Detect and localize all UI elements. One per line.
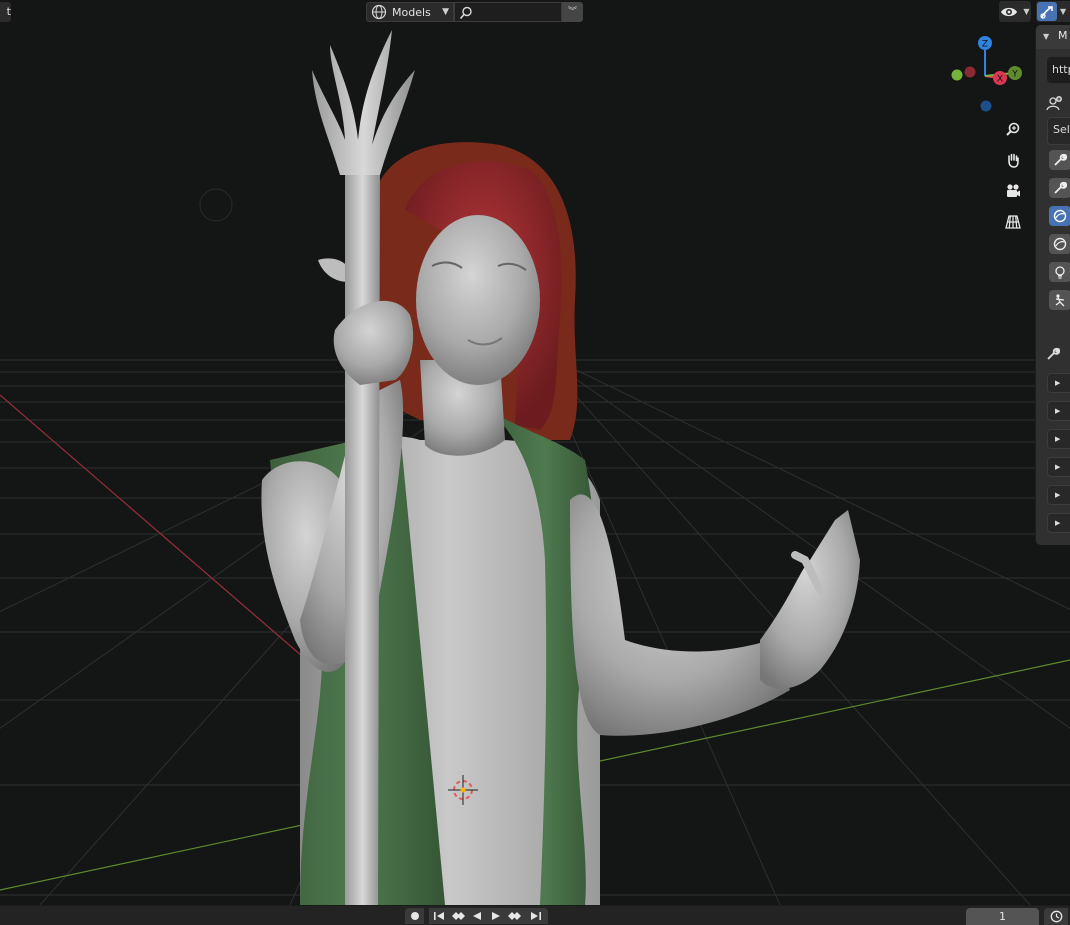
play-row-button[interactable]: ▶ — [1047, 513, 1070, 533]
play-row-button[interactable]: ▶ — [1047, 457, 1070, 477]
play-row-button[interactable]: ▶ — [1047, 429, 1070, 449]
neg-z-axis-handle[interactable] — [980, 100, 992, 112]
world-tab[interactable] — [1049, 234, 1070, 254]
armature-tab[interactable] — [1049, 290, 1070, 310]
armature-icon — [1055, 294, 1065, 307]
wrench-icon — [1054, 181, 1067, 194]
search-icon — [459, 6, 472, 20]
play-reverse-icon — [472, 912, 481, 920]
next-keyframe-button[interactable] — [505, 908, 524, 924]
pan-button[interactable] — [1001, 148, 1025, 172]
prev-keyframe-button[interactable] — [448, 908, 467, 924]
grid-icon — [1005, 215, 1021, 229]
neg-x-axis-handle[interactable] — [964, 66, 976, 78]
chevron-down-icon: ▼ — [1060, 7, 1067, 16]
sphere-icon — [1053, 209, 1067, 223]
play-row-button[interactable]: ▶ — [1047, 401, 1070, 421]
y-axis-label: Y — [1011, 70, 1018, 80]
viewport-scene[interactable] — [0, 0, 1070, 905]
search-field[interactable] — [454, 2, 562, 22]
add-user-icon[interactable] — [1046, 95, 1064, 111]
play-icon — [491, 912, 500, 920]
clock-icon — [1050, 910, 1063, 923]
gizmo-toggle-button[interactable]: ▼ — [1036, 1, 1070, 22]
z-axis-label: Z — [982, 40, 988, 50]
current-frame-field[interactable]: 1 — [966, 908, 1039, 925]
chevron-down-icon: ︾ — [567, 7, 577, 17]
jump-end-icon — [531, 912, 541, 920]
editor-tab[interactable]: t — [0, 2, 11, 22]
3d-viewport[interactable]: Z X Y — [0, 0, 1070, 905]
eye-icon — [1001, 7, 1018, 16]
chevron-down-icon: ▼ — [1023, 7, 1030, 16]
globe-icon — [371, 4, 387, 20]
panel-title: M — [1058, 29, 1068, 42]
search-dropdown-button[interactable]: ︾ — [562, 2, 583, 22]
timeline-bar: 1 — [0, 905, 1070, 925]
toggle-perspective-button[interactable] — [1001, 210, 1025, 234]
play-row-button[interactable]: ▶ — [1047, 485, 1070, 505]
wrench-icon[interactable] — [1046, 347, 1060, 361]
zoom-button[interactable] — [1001, 118, 1025, 142]
visibility-button[interactable]: ▼ — [999, 1, 1031, 22]
jump-end-button[interactable] — [524, 908, 548, 924]
prev-keyframe-icon — [451, 912, 465, 920]
collapse-triangle-icon: ▼ — [1043, 32, 1050, 41]
cursor-ring — [199, 188, 233, 222]
editor-tab-label: t — [6, 5, 11, 18]
select-dropdown[interactable]: Sele — [1047, 117, 1070, 145]
play-row-button[interactable]: ▶ — [1047, 373, 1070, 393]
wrench-icon — [1054, 153, 1067, 166]
neg-y-axis-handle[interactable] — [951, 69, 963, 81]
jump-start-icon — [433, 912, 444, 920]
clock-button[interactable] — [1044, 908, 1068, 925]
play-reverse-button[interactable] — [467, 908, 486, 924]
collection-selector[interactable]: Models ▼ — [366, 2, 454, 22]
gizmo-toggle-icon — [1040, 5, 1053, 19]
play-button[interactable] — [486, 908, 505, 924]
material-tab[interactable] — [1049, 206, 1070, 226]
light-tab[interactable] — [1049, 262, 1070, 282]
chevron-down-icon: ▼ — [442, 7, 449, 17]
navigation-gizmo[interactable]: Z X Y — [944, 30, 1034, 120]
x-axis-label: X — [997, 75, 1003, 85]
camera-view-button[interactable] — [1001, 179, 1025, 203]
panel-header[interactable]: ▼ M — [1036, 25, 1070, 49]
modifier-tab[interactable] — [1049, 178, 1070, 198]
record-button[interactable] — [405, 908, 424, 924]
record-icon — [410, 912, 419, 920]
viewport-header: t Models ▼ ︾ ▼ ▼ — [0, 0, 1070, 24]
hand-icon — [1008, 153, 1019, 168]
sidebar-panel: ▼ M http Sele ▶ ▶ ▶ ▶ ▶ ▶ — [1036, 25, 1070, 545]
sphere-icon — [1053, 237, 1067, 251]
url-field[interactable]: http — [1047, 57, 1070, 83]
collection-label: Models — [392, 5, 431, 19]
zoom-icon — [1006, 122, 1020, 136]
tool-properties-tab[interactable] — [1049, 150, 1070, 170]
bulb-icon — [1055, 266, 1065, 279]
next-keyframe-icon — [507, 912, 521, 920]
camera-icon — [1007, 184, 1020, 197]
jump-start-button[interactable] — [429, 908, 448, 924]
